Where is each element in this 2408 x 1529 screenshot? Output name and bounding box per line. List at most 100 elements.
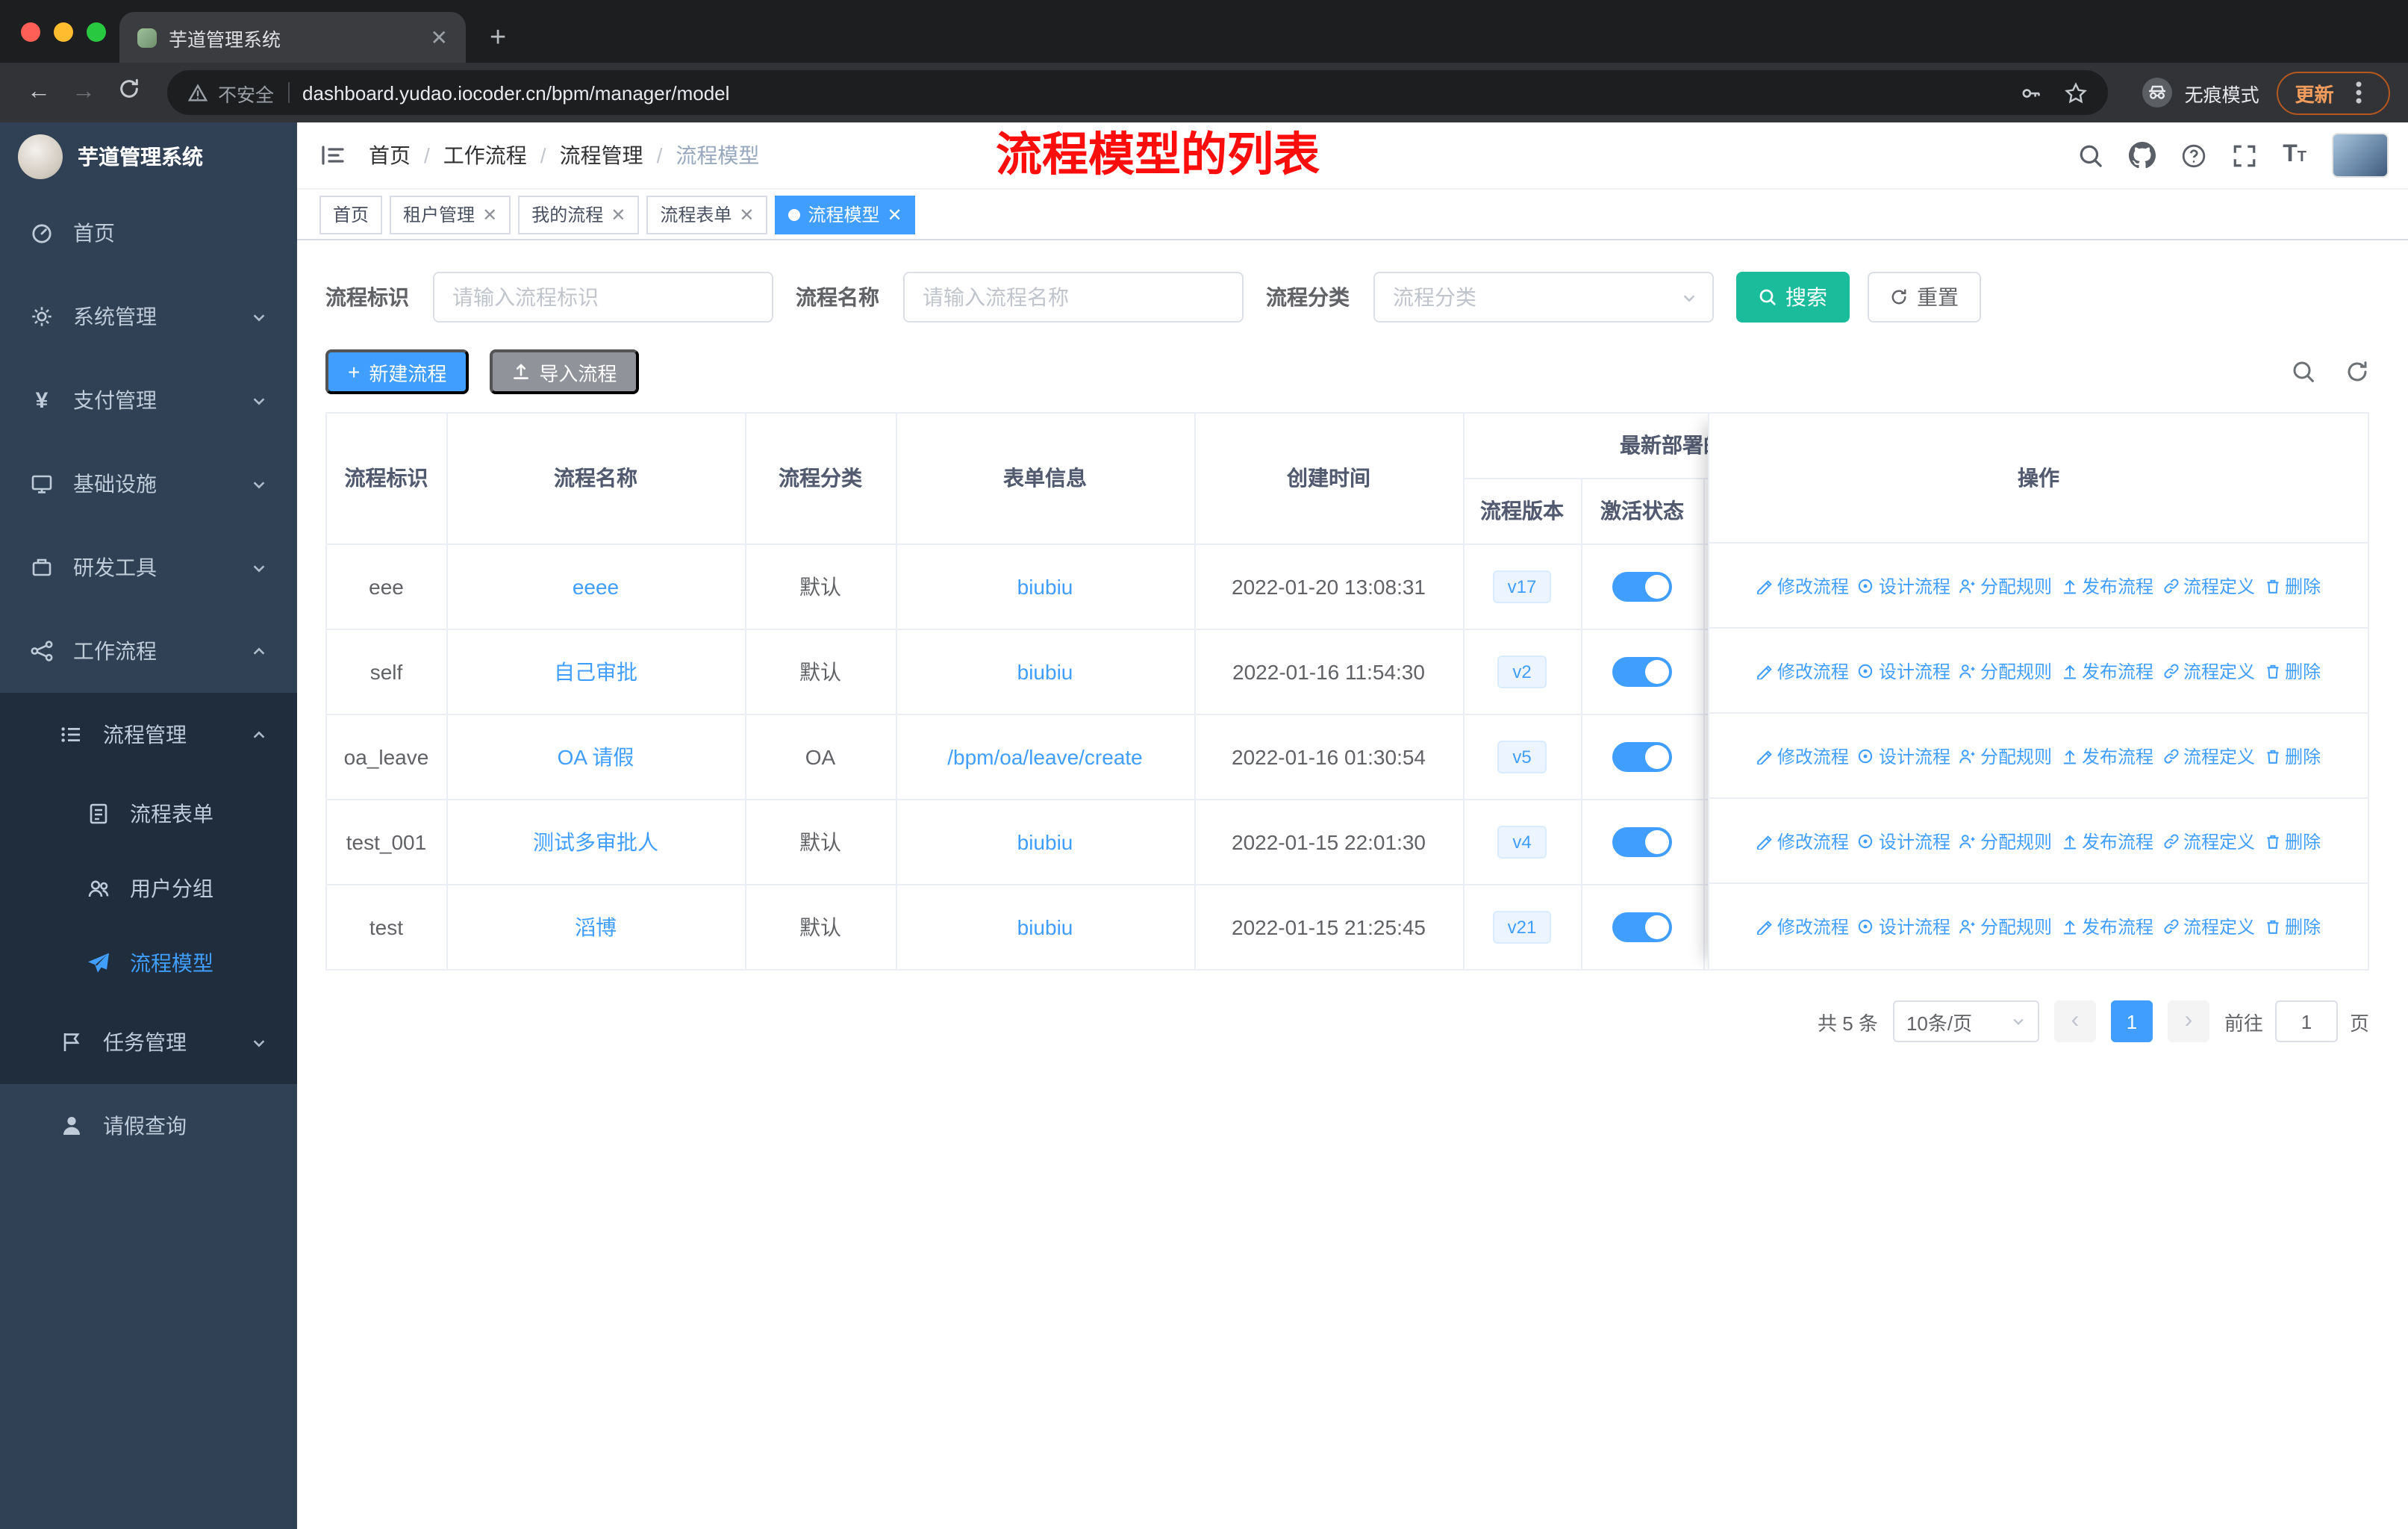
active-status-toggle[interactable] xyxy=(1612,826,1672,856)
cell-form-info-link[interactable]: biubiu xyxy=(896,544,1195,629)
cell-process-name-link[interactable]: eeee xyxy=(446,544,746,629)
address-bar[interactable]: 不安全 dashboard.yudao.iocoder.cn/bpm/manag… xyxy=(167,70,2109,115)
tag-close-icon[interactable]: ✕ xyxy=(482,205,497,223)
sidebar-item-leave-query[interactable]: 请假查询 xyxy=(0,1084,297,1168)
browser-menu-icon[interactable]: ••• xyxy=(2348,80,2371,105)
publish-process-link[interactable]: 发布流程 xyxy=(2061,914,2153,939)
publish-process-link[interactable]: 发布流程 xyxy=(2061,658,2153,683)
sidebar-item-home[interactable]: 首页 xyxy=(0,191,297,275)
back-button[interactable]: ← xyxy=(18,79,60,106)
font-size-icon[interactable]: TT xyxy=(2283,143,2306,167)
publish-process-link[interactable]: 发布流程 xyxy=(2061,573,2153,598)
page-size-select[interactable]: 10条/页 xyxy=(1892,1000,2039,1042)
browser-tab[interactable]: 芋道管理系统 ✕ xyxy=(119,12,466,63)
password-key-icon[interactable] xyxy=(2021,81,2043,104)
active-status-toggle[interactable] xyxy=(1612,912,1672,942)
sidebar-item-process-model[interactable]: 流程模型 xyxy=(0,926,297,1000)
new-tab-button[interactable]: + xyxy=(490,24,506,52)
sidebar-item-infrastructure[interactable]: 基础设施 xyxy=(0,442,297,526)
delete-link[interactable]: 删除 xyxy=(2264,828,2321,853)
github-icon[interactable] xyxy=(2129,142,2156,169)
process-definition-link[interactable]: 流程定义 xyxy=(2162,573,2255,598)
publish-process-link[interactable]: 发布流程 xyxy=(2061,743,2153,768)
tag-close-icon[interactable]: ✕ xyxy=(611,205,626,223)
cell-process-name-link[interactable]: OA 请假 xyxy=(446,714,746,800)
bookmark-star-icon[interactable] xyxy=(2065,81,2088,104)
search-button[interactable]: 搜索 xyxy=(1736,272,1850,323)
assign-rule-link[interactable]: 分配规则 xyxy=(1959,743,2052,768)
reload-button[interactable] xyxy=(107,78,149,108)
tag-process-model[interactable]: 流程模型 ✕ xyxy=(775,195,916,234)
refresh-table-icon[interactable] xyxy=(2345,360,2369,384)
cell-form-info-link[interactable]: biubiu xyxy=(896,629,1195,714)
page-number-1[interactable]: 1 xyxy=(2110,1000,2153,1042)
tag-process-form[interactable]: 流程表单 ✕ xyxy=(646,195,768,234)
app-logo[interactable]: 芋道管理系统 xyxy=(0,122,297,191)
sidebar-item-devtools[interactable]: 研发工具 xyxy=(0,526,297,609)
cell-process-name-link[interactable]: 测试多审批人 xyxy=(446,799,746,885)
sidebar-item-system[interactable]: 系统管理 xyxy=(0,275,297,358)
process-key-input[interactable] xyxy=(433,272,773,323)
process-definition-link[interactable]: 流程定义 xyxy=(2162,828,2255,853)
url-text[interactable]: dashboard.yudao.iocoder.cn/bpm/manager/m… xyxy=(302,81,729,104)
delete-link[interactable]: 删除 xyxy=(2264,743,2321,768)
sidebar-item-workflow[interactable]: 工作流程 xyxy=(0,609,297,693)
next-page-button[interactable]: › xyxy=(2167,1000,2209,1042)
active-status-toggle[interactable] xyxy=(1612,656,1672,686)
goto-page-input[interactable] xyxy=(2274,1000,2338,1042)
assign-rule-link[interactable]: 分配规则 xyxy=(1959,828,2052,853)
process-name-input[interactable] xyxy=(903,272,1244,323)
design-process-link[interactable]: 设计流程 xyxy=(1858,828,1950,853)
sidebar-item-process-form[interactable]: 流程表单 xyxy=(0,776,297,851)
process-category-select[interactable]: 流程分类 xyxy=(1373,272,1714,323)
browser-update-button[interactable]: 更新 ••• xyxy=(2277,71,2390,114)
modify-process-link[interactable]: 修改流程 xyxy=(1756,658,1849,683)
design-process-link[interactable]: 设计流程 xyxy=(1858,658,1950,683)
assign-rule-link[interactable]: 分配规则 xyxy=(1959,658,2052,683)
forward-button[interactable]: → xyxy=(63,79,105,106)
delete-link[interactable]: 删除 xyxy=(2264,914,2321,939)
process-definition-link[interactable]: 流程定义 xyxy=(2162,658,2255,683)
cell-process-name-link[interactable]: 滔博 xyxy=(446,884,746,969)
tag-my-process[interactable]: 我的流程 ✕ xyxy=(518,195,640,234)
cell-form-info-link[interactable]: biubiu xyxy=(896,799,1195,885)
window-minimize-button[interactable] xyxy=(54,22,73,42)
sidebar-item-task-management[interactable]: 任务管理 xyxy=(0,1000,297,1084)
sidebar-item-process-management[interactable]: 流程管理 xyxy=(0,693,297,776)
design-process-link[interactable]: 设计流程 xyxy=(1858,743,1950,768)
modify-process-link[interactable]: 修改流程 xyxy=(1756,828,1849,853)
tag-close-icon[interactable]: ✕ xyxy=(888,205,902,223)
window-zoom-button[interactable] xyxy=(87,22,106,42)
modify-process-link[interactable]: 修改流程 xyxy=(1756,743,1849,768)
window-close-button[interactable] xyxy=(21,22,40,42)
process-definition-link[interactable]: 流程定义 xyxy=(2162,914,2255,939)
breadcrumb-workflow[interactable]: 工作流程 xyxy=(443,140,527,170)
sidebar-item-user-group[interactable]: 用户分组 xyxy=(0,851,297,926)
tag-tenant[interactable]: 租户管理 ✕ xyxy=(390,195,511,234)
user-avatar[interactable] xyxy=(2332,133,2389,178)
help-icon[interactable] xyxy=(2181,143,2206,168)
modify-process-link[interactable]: 修改流程 xyxy=(1756,914,1849,939)
design-process-link[interactable]: 设计流程 xyxy=(1858,914,1950,939)
import-process-button[interactable]: 导入流程 xyxy=(490,349,640,394)
publish-process-link[interactable]: 发布流程 xyxy=(2061,828,2153,853)
security-indicator[interactable]: 不安全 xyxy=(188,78,274,107)
tab-close-icon[interactable]: ✕ xyxy=(431,27,448,48)
cell-form-info-link[interactable]: /bpm/oa/leave/create xyxy=(896,714,1195,800)
breadcrumb-process-management[interactable]: 流程管理 xyxy=(560,140,643,170)
modify-process-link[interactable]: 修改流程 xyxy=(1756,573,1849,598)
design-process-link[interactable]: 设计流程 xyxy=(1858,573,1950,598)
sidebar-item-payment[interactable]: ¥ 支付管理 xyxy=(0,358,297,442)
active-status-toggle[interactable] xyxy=(1612,741,1672,771)
cell-form-info-link[interactable]: biubiu xyxy=(896,884,1195,969)
delete-link[interactable]: 删除 xyxy=(2264,573,2321,598)
reset-button[interactable]: 重置 xyxy=(1868,272,1981,323)
fullscreen-icon[interactable] xyxy=(2232,143,2257,168)
cell-process-name-link[interactable]: 自己审批 xyxy=(446,629,746,714)
tag-close-icon[interactable]: ✕ xyxy=(739,205,754,223)
prev-page-button[interactable]: ‹ xyxy=(2053,1000,2096,1042)
assign-rule-link[interactable]: 分配规则 xyxy=(1959,914,2052,939)
sidebar-collapse-button[interactable] xyxy=(297,142,369,169)
create-process-button[interactable]: + 新建流程 xyxy=(325,349,470,394)
search-icon[interactable] xyxy=(2078,143,2103,168)
